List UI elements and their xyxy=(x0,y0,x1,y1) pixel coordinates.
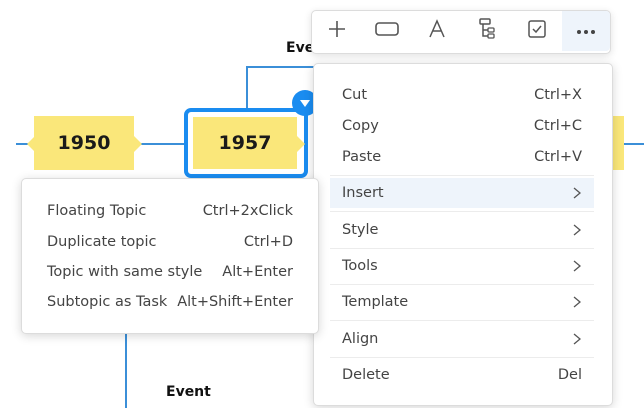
menu-item-shortcut: Del xyxy=(557,367,582,383)
menu-item-paste[interactable]: Paste Ctrl+V xyxy=(330,142,594,172)
menu-item-label: Paste xyxy=(342,149,382,165)
rectangle-shape-icon xyxy=(375,21,399,42)
task-button[interactable] xyxy=(512,11,562,51)
submenu-item-floating-topic[interactable]: Floating Topic Ctrl+2xClick xyxy=(22,196,318,226)
branch-connector-up xyxy=(246,66,248,112)
menu-divider xyxy=(330,175,594,176)
timeline-connector-right xyxy=(624,143,644,145)
submenu-item-subtopic-as-task[interactable]: Subtopic as Task Alt+Shift+Enter xyxy=(22,287,318,317)
submenu-item-shortcut: Alt+Shift+Enter xyxy=(177,294,293,310)
more-button[interactable] xyxy=(562,11,610,51)
plus-icon xyxy=(328,20,346,43)
topic-label: 1950 xyxy=(57,132,111,154)
topic-notch xyxy=(134,136,142,152)
menu-item-shortcut: Ctrl+V xyxy=(534,149,582,165)
branch-connector-top xyxy=(246,66,314,68)
structure-button[interactable] xyxy=(462,11,512,51)
text-style-icon xyxy=(427,18,447,44)
menu-item-delete[interactable]: Delete Del xyxy=(330,360,594,390)
shape-button[interactable] xyxy=(362,11,412,51)
menu-divider xyxy=(330,284,594,285)
floating-toolbar xyxy=(311,10,611,54)
more-icon xyxy=(576,22,596,40)
submenu-item-label: Topic with same style xyxy=(47,264,203,280)
menu-item-template[interactable]: Template xyxy=(330,287,594,317)
context-menu: Cut Ctrl+X Copy Ctrl+C Paste Ctrl+V Inse… xyxy=(313,63,613,406)
menu-item-style[interactable]: Style xyxy=(330,215,594,245)
submenu-item-topic-same-style[interactable]: Topic with same style Alt+Enter xyxy=(22,257,318,287)
menu-item-shortcut: Ctrl+C xyxy=(533,118,582,134)
submenu-item-duplicate-topic[interactable]: Duplicate topic Ctrl+D xyxy=(22,227,318,257)
menu-item-label: Delete xyxy=(342,367,390,383)
menu-item-label: Align xyxy=(342,331,379,347)
structure-icon xyxy=(478,17,496,45)
chevron-right-icon xyxy=(572,296,582,308)
submenu-item-shortcut: Ctrl+2xClick xyxy=(202,203,293,219)
menu-item-label: Insert xyxy=(342,185,384,201)
chevron-right-icon xyxy=(572,333,582,345)
menu-item-cut[interactable]: Cut Ctrl+X xyxy=(330,80,594,110)
menu-divider xyxy=(330,357,594,358)
submenu-item-label: Subtopic as Task xyxy=(47,294,168,310)
menu-item-tools[interactable]: Tools xyxy=(330,251,594,281)
menu-item-label: Template xyxy=(342,294,409,310)
add-topic-button[interactable] xyxy=(312,11,362,51)
submenu-item-shortcut: Ctrl+D xyxy=(243,234,293,250)
chevron-right-icon xyxy=(572,187,582,199)
event-label[interactable]: Event xyxy=(166,384,211,400)
menu-divider xyxy=(330,248,594,249)
chevron-right-icon xyxy=(572,224,582,236)
menu-item-label: Style xyxy=(342,222,379,238)
topic-1950[interactable]: 1950 xyxy=(34,116,134,170)
topic-label: 1957 xyxy=(218,132,272,154)
menu-item-label: Tools xyxy=(342,258,378,274)
menu-item-align[interactable]: Align xyxy=(330,324,594,354)
menu-item-shortcut: Ctrl+X xyxy=(534,87,582,103)
menu-item-insert[interactable]: Insert xyxy=(330,178,594,208)
menu-divider xyxy=(330,320,594,321)
menu-item-label: Cut xyxy=(342,87,367,103)
text-style-button[interactable] xyxy=(412,11,462,51)
submenu-item-label: Floating Topic xyxy=(47,203,147,219)
chevron-right-icon xyxy=(572,260,582,272)
submenu-item-label: Duplicate topic xyxy=(47,234,157,250)
menu-item-copy[interactable]: Copy Ctrl+C xyxy=(330,111,594,141)
menu-divider xyxy=(330,211,594,212)
task-checkbox-icon xyxy=(528,19,546,43)
submenu-item-shortcut: Alt+Enter xyxy=(222,264,293,280)
branch-connector-down xyxy=(125,332,127,408)
menu-item-label: Copy xyxy=(342,118,379,134)
insert-submenu: Floating Topic Ctrl+2xClick Duplicate to… xyxy=(21,178,319,334)
topic-1957[interactable]: 1957 xyxy=(193,117,297,169)
topic-notch xyxy=(297,136,305,152)
